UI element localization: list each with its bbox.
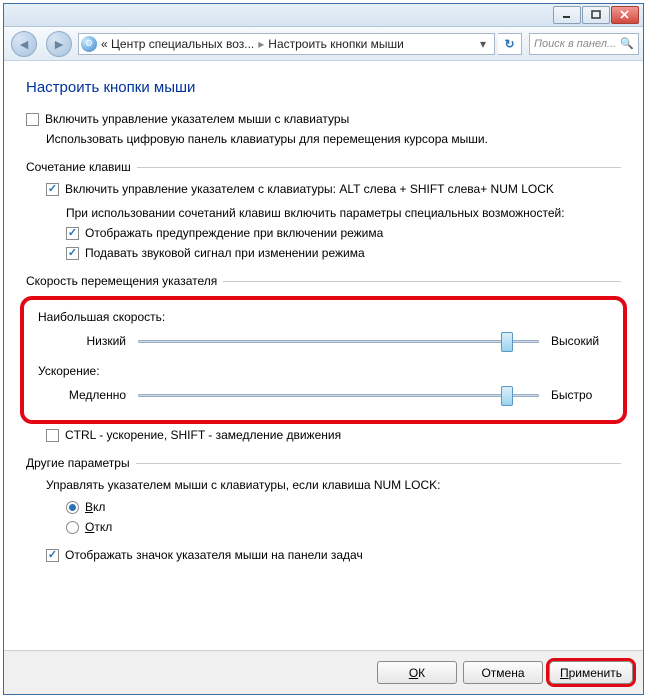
enable-shortcut-checkbox[interactable]	[46, 183, 59, 196]
control-panel-icon: ⚙	[81, 36, 97, 52]
accel-row: Медленно Быстро	[38, 386, 609, 404]
slider-thumb[interactable]	[501, 386, 513, 406]
top-speed-low: Низкий	[38, 334, 138, 348]
show-tray-icon-label: Отображать значок указателя мыши на пане…	[65, 548, 363, 562]
address-bar[interactable]: ⚙ « Центр специальных воз... ▸ Настроить…	[78, 33, 495, 55]
numlock-off-radio[interactable]	[66, 521, 79, 534]
window-frame: ◄ ► ⚙ « Центр специальных воз... ▸ Настр…	[3, 3, 644, 695]
ctrl-shift-checkbox[interactable]	[46, 429, 59, 442]
cancel-button[interactable]: Отмена	[463, 661, 543, 684]
play-sound-checkbox[interactable]	[66, 247, 79, 260]
shortcut-group: Сочетание клавиш Включить управление ука…	[26, 160, 621, 260]
button-bar: ОК Отмена Применить	[4, 650, 643, 694]
other-params-title: Другие параметры	[26, 456, 136, 470]
shortcut-options-desc: При использовании сочетаний клавиш включ…	[66, 206, 621, 220]
search-placeholder: Поиск в панел...	[534, 38, 616, 50]
breadcrumb-separator-icon: ▸	[258, 37, 264, 51]
close-button[interactable]	[611, 6, 639, 24]
search-input[interactable]: Поиск в панел... 🔍	[529, 33, 639, 55]
enable-shortcut-label: Включить управление указателем с клавиат…	[65, 182, 554, 196]
titlebar[interactable]	[4, 4, 643, 27]
accel-label: Ускорение:	[38, 364, 609, 378]
slider-thumb[interactable]	[501, 332, 513, 352]
shortcut-group-title: Сочетание клавиш	[26, 160, 137, 174]
numlock-desc: Управлять указателем мыши с клавиатуры, …	[46, 478, 621, 492]
ctrl-shift-label: CTRL - ускорение, SHIFT - замедление дви…	[65, 428, 341, 442]
top-speed-row: Низкий Высокий	[38, 332, 609, 350]
other-params-group: Другие параметры Управлять указателем мы…	[26, 456, 621, 562]
apply-button[interactable]: Применить	[549, 661, 633, 684]
content-area: Настроить кнопки мыши Включить управлени…	[4, 61, 643, 650]
show-warning-label: Отображать предупреждение при включении …	[85, 226, 383, 240]
group-divider	[136, 463, 621, 464]
page-title: Настроить кнопки мыши	[26, 79, 621, 96]
nav-forward-button[interactable]: ►	[43, 28, 75, 60]
maximize-button[interactable]	[582, 6, 610, 24]
ok-button[interactable]: ОК	[377, 661, 457, 684]
navigation-bar: ◄ ► ⚙ « Центр специальных воз... ▸ Настр…	[4, 27, 643, 61]
breadcrumb-part2[interactable]: Настроить кнопки мыши	[268, 37, 404, 51]
highlight-box: Наибольшая скорость: Низкий Высокий Уско…	[20, 296, 627, 424]
numlock-on-radio[interactable]	[66, 501, 79, 514]
enable-mousekeys-checkbox[interactable]	[26, 113, 39, 126]
search-icon: 🔍	[620, 37, 634, 50]
top-speed-slider[interactable]	[138, 332, 539, 350]
numlock-off-label: Откл	[85, 520, 112, 534]
accel-slow: Медленно	[38, 388, 138, 402]
group-divider	[137, 167, 621, 168]
top-speed-high: Высокий	[539, 334, 609, 348]
mousekeys-description: Использовать цифровую панель клавиатуры …	[46, 132, 621, 146]
enable-mousekeys-label: Включить управление указателем мыши с кл…	[45, 112, 349, 126]
group-divider	[223, 281, 621, 282]
accel-fast: Быстро	[539, 388, 609, 402]
show-tray-icon-checkbox[interactable]	[46, 549, 59, 562]
top-speed-label: Наибольшая скорость:	[38, 310, 609, 324]
minimize-button[interactable]	[553, 6, 581, 24]
address-dropdown-icon[interactable]: ▾	[474, 37, 492, 51]
pointer-speed-group: Скорость перемещения указателя Наибольша…	[26, 274, 621, 442]
refresh-button[interactable]: ↻	[498, 33, 522, 55]
play-sound-label: Подавать звуковой сигнал при изменении р…	[85, 246, 365, 260]
numlock-on-label: Вкл	[85, 500, 105, 514]
pointer-speed-title: Скорость перемещения указателя	[26, 274, 223, 288]
enable-mousekeys-row: Включить управление указателем мыши с кл…	[26, 112, 621, 126]
accel-slider[interactable]	[138, 386, 539, 404]
breadcrumb-prefix: «	[101, 37, 108, 51]
show-warning-checkbox[interactable]	[66, 227, 79, 240]
breadcrumb-part1[interactable]: Центр специальных воз...	[111, 37, 254, 51]
nav-back-button[interactable]: ◄	[8, 28, 40, 60]
